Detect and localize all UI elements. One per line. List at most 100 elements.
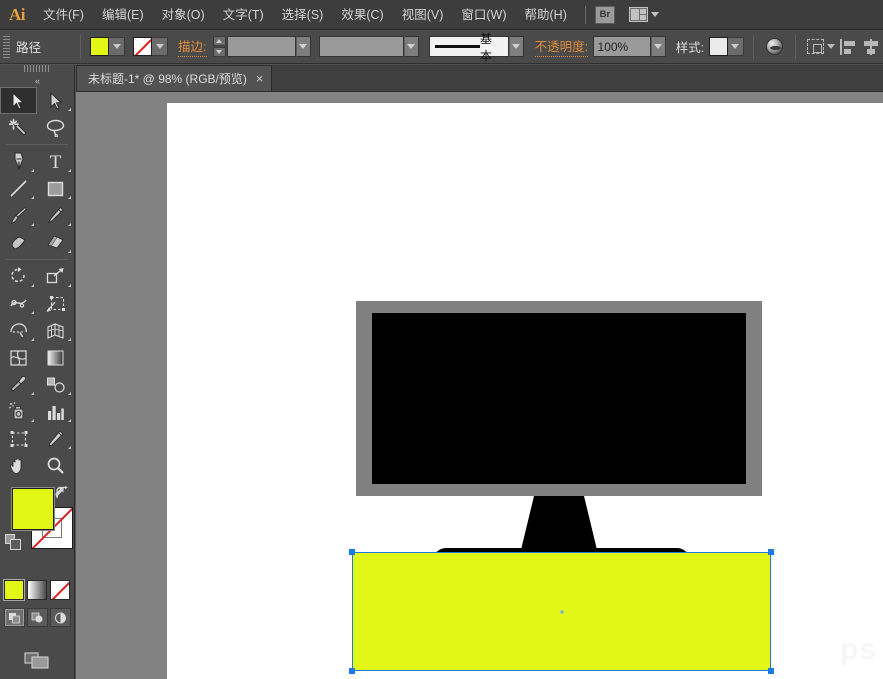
app-logo: Ai bbox=[0, 0, 34, 30]
opacity-label[interactable]: 不透明度: bbox=[535, 36, 588, 57]
eraser-tool[interactable] bbox=[37, 229, 74, 256]
hand-tool[interactable] bbox=[0, 452, 37, 479]
selection-handle-bottom-right[interactable] bbox=[768, 668, 774, 674]
paintbrush-tool[interactable] bbox=[0, 202, 37, 229]
monitor-screen[interactable] bbox=[372, 313, 746, 484]
brush-definition-input[interactable] bbox=[319, 36, 404, 57]
tools-panel-grip[interactable] bbox=[24, 65, 50, 72]
gradient-sphere-icon[interactable] bbox=[763, 35, 786, 59]
fill-swatch[interactable] bbox=[90, 37, 109, 56]
stroke-dropdown-button[interactable] bbox=[152, 37, 168, 56]
stroke-preview-line-icon bbox=[435, 45, 480, 48]
menu-window[interactable]: 窗口(W) bbox=[452, 0, 515, 30]
blend-tool[interactable] bbox=[37, 371, 74, 398]
tools-divider-1 bbox=[6, 144, 68, 145]
watermark-text: ps bbox=[840, 633, 877, 667]
perspective-grid-tool[interactable] bbox=[37, 317, 74, 344]
fill-color-control[interactable] bbox=[90, 37, 125, 56]
free-transform-tool[interactable] bbox=[37, 290, 74, 317]
transform-panel-button[interactable] bbox=[805, 35, 837, 59]
default-fill-stroke-icon[interactable] bbox=[5, 534, 22, 556]
draw-behind-button[interactable] bbox=[27, 608, 48, 627]
symbol-sprayer-tool[interactable] bbox=[0, 398, 37, 425]
line-segment-tool[interactable] bbox=[0, 175, 37, 202]
gradient-mode-button[interactable] bbox=[27, 580, 47, 600]
toolbar-fill-swatch[interactable] bbox=[12, 488, 54, 530]
stroke-weight-stepper[interactable] bbox=[213, 36, 226, 57]
draw-normal-button[interactable] bbox=[4, 608, 25, 627]
workspace-switcher-icon[interactable] bbox=[629, 7, 659, 22]
tools-panel: « bbox=[0, 65, 75, 679]
direct-selection-tool[interactable] bbox=[37, 87, 74, 114]
selected-rectangle[interactable] bbox=[353, 553, 770, 670]
stroke-profile-label: 基本 bbox=[480, 30, 503, 64]
menu-select[interactable]: 选择(S) bbox=[273, 0, 333, 30]
canvas-area[interactable]: ps bbox=[76, 92, 883, 679]
magic-wand-tool[interactable] bbox=[0, 114, 37, 141]
scale-tool[interactable] bbox=[37, 263, 74, 290]
menu-object[interactable]: 对象(O) bbox=[153, 0, 214, 30]
stroke-weight-dropdown-button[interactable] bbox=[296, 36, 311, 57]
menu-type[interactable]: 文字(T) bbox=[214, 0, 273, 30]
screen-mode-button[interactable] bbox=[24, 651, 51, 676]
shape-builder-tool[interactable] bbox=[0, 317, 37, 344]
stroke-weight-decrement[interactable] bbox=[213, 47, 226, 57]
stroke-color-control[interactable] bbox=[133, 37, 168, 56]
draw-inside-button[interactable] bbox=[50, 608, 71, 627]
selection-handle-top-right[interactable] bbox=[768, 549, 774, 555]
slice-tool[interactable] bbox=[37, 425, 74, 452]
menu-edit[interactable]: 编辑(E) bbox=[93, 0, 153, 30]
selection-handle-top-left[interactable] bbox=[349, 549, 355, 555]
pen-tool[interactable] bbox=[0, 148, 37, 175]
flyout-indicator-icon bbox=[68, 284, 71, 287]
type-tool[interactable]: T bbox=[37, 148, 74, 175]
graphic-style-swatch[interactable] bbox=[709, 37, 728, 56]
document-tab[interactable]: 未标题-1* @ 98% (RGB/预览) × bbox=[76, 65, 272, 91]
opacity-dropdown-button[interactable] bbox=[651, 36, 666, 57]
monitor-neck[interactable] bbox=[516, 496, 602, 556]
selection-handle-bottom-left[interactable] bbox=[349, 668, 355, 674]
menu-help[interactable]: 帮助(H) bbox=[516, 0, 576, 30]
chevron-down-icon bbox=[651, 12, 659, 17]
graphic-style-control[interactable] bbox=[709, 37, 744, 56]
stroke-swatch-none[interactable] bbox=[133, 37, 152, 56]
gradient-tool[interactable] bbox=[37, 344, 74, 371]
stroke-profile-select[interactable]: 基本 bbox=[429, 36, 509, 57]
none-mode-button[interactable] bbox=[50, 580, 70, 600]
stroke-weight-increment[interactable] bbox=[213, 36, 226, 46]
rotate-tool[interactable] bbox=[0, 263, 37, 290]
brush-definition-dropdown-button[interactable] bbox=[404, 36, 419, 57]
eyedropper-tool[interactable] bbox=[0, 371, 37, 398]
fill-dropdown-button[interactable] bbox=[109, 37, 125, 56]
opacity-input[interactable]: 100% bbox=[593, 36, 651, 57]
rectangle-tool[interactable] bbox=[37, 175, 74, 202]
align-left-button[interactable] bbox=[837, 35, 860, 59]
align-center-button[interactable] bbox=[860, 35, 883, 59]
artboard-tool[interactable] bbox=[0, 425, 37, 452]
selection-tool[interactable] bbox=[0, 87, 37, 114]
stroke-weight-label[interactable]: 描边: bbox=[178, 36, 206, 57]
flyout-indicator-icon bbox=[31, 419, 34, 422]
swap-fill-stroke-icon[interactable] bbox=[55, 486, 70, 504]
pencil-tool[interactable] bbox=[37, 202, 74, 229]
close-icon[interactable]: × bbox=[256, 72, 264, 85]
column-graph-tool[interactable] bbox=[37, 398, 74, 425]
menu-view[interactable]: 视图(V) bbox=[393, 0, 453, 30]
chevron-down-icon bbox=[512, 44, 520, 49]
control-bar-grip[interactable] bbox=[3, 36, 10, 58]
width-tool[interactable] bbox=[0, 290, 37, 317]
blob-brush-tool[interactable] bbox=[0, 229, 37, 256]
zoom-tool[interactable] bbox=[37, 452, 74, 479]
mesh-tool[interactable] bbox=[0, 344, 37, 371]
graphic-style-dropdown-button[interactable] bbox=[728, 37, 744, 56]
tools-panel-collapse-button[interactable]: « bbox=[0, 74, 74, 87]
menu-file[interactable]: 文件(F) bbox=[34, 0, 93, 30]
stroke-profile-dropdown-button[interactable] bbox=[509, 36, 524, 57]
lasso-tool[interactable] bbox=[37, 114, 74, 141]
bridge-icon[interactable]: Br bbox=[595, 6, 615, 24]
menu-effect[interactable]: 效果(C) bbox=[332, 0, 392, 30]
color-mode-button[interactable] bbox=[4, 580, 24, 600]
stroke-weight-input[interactable] bbox=[227, 36, 296, 57]
chevron-down-icon bbox=[654, 44, 662, 49]
flyout-indicator-icon bbox=[68, 169, 71, 172]
